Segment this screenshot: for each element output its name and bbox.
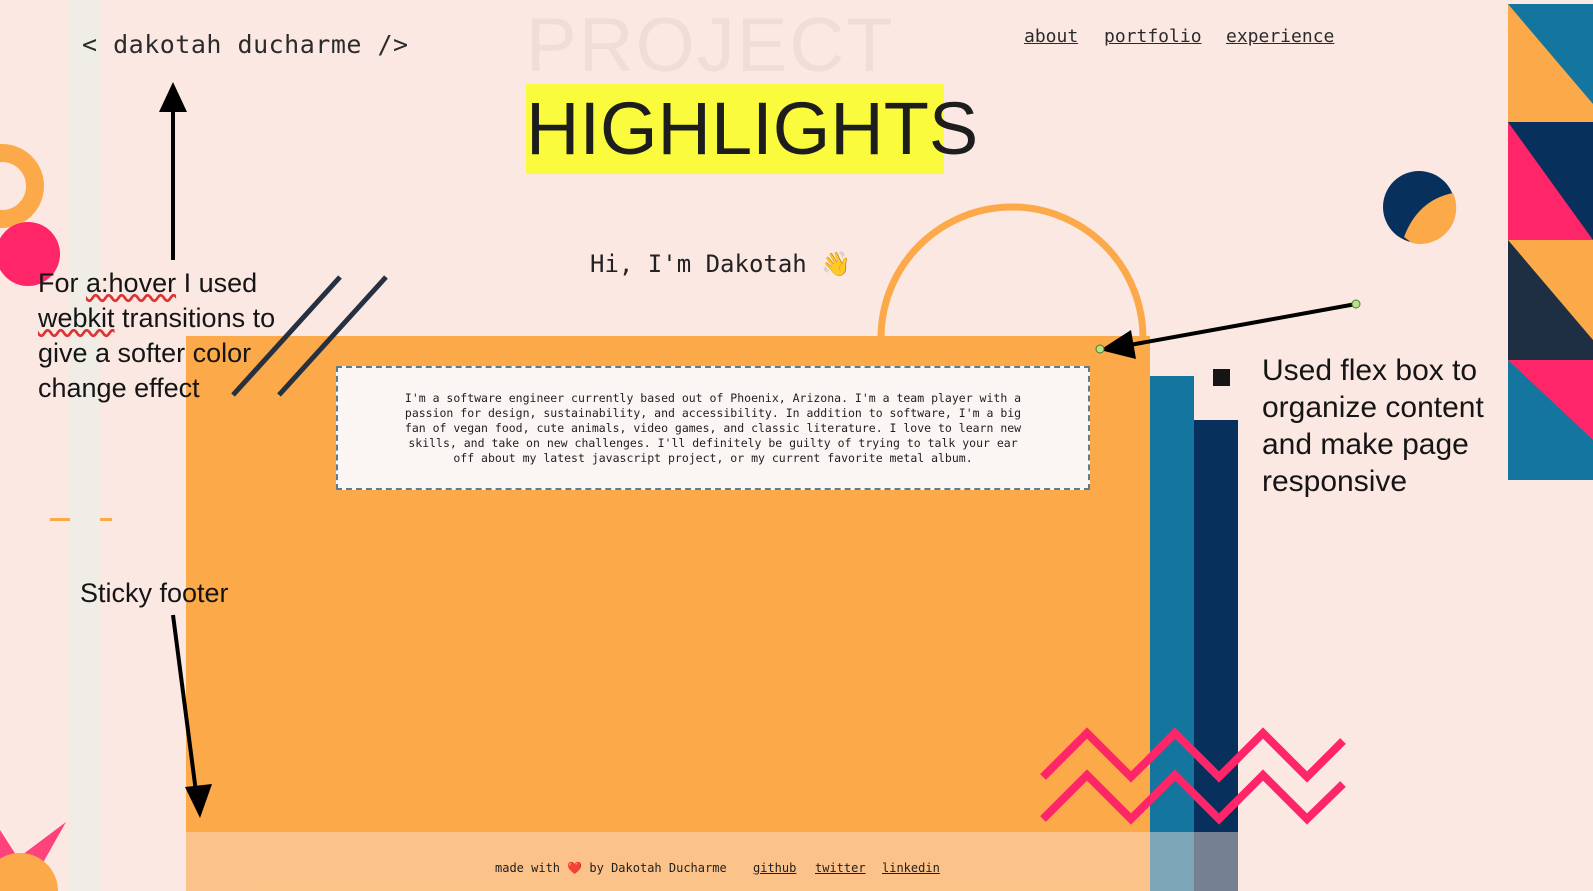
arrow-up-head xyxy=(159,82,187,112)
arrow-down-head xyxy=(185,784,212,818)
arrow-handle-dot xyxy=(1095,344,1105,354)
arrow-left-line xyxy=(1129,302,1357,347)
arrow-handle-dot xyxy=(1351,299,1361,309)
arrow-down-line xyxy=(171,614,198,793)
arrow-left-head xyxy=(1100,330,1136,359)
annotation-arrows xyxy=(159,82,1361,818)
